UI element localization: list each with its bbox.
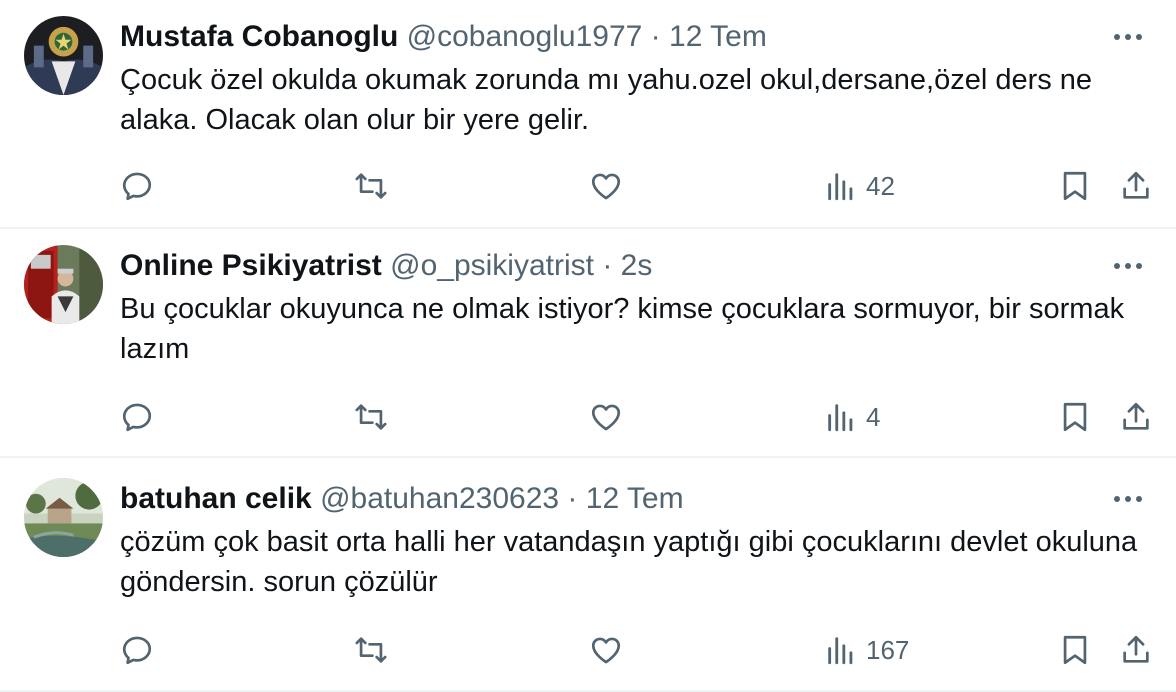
avatar-image — [24, 478, 103, 557]
tweet-header: Mustafa Cobanoglu @cobanoglu1977 · 12 Te… — [120, 18, 1106, 56]
retweet-icon — [355, 173, 387, 199]
timestamp[interactable]: 12 Tem — [669, 20, 767, 53]
avatar-image — [24, 16, 103, 95]
timestamp[interactable]: 2s — [621, 249, 653, 282]
tweet-1[interactable]: Mustafa Cobanoglu @cobanoglu1977 · 12 Te… — [0, 0, 1176, 229]
separator-dot: · — [567, 482, 578, 515]
reply-icon — [122, 403, 152, 432]
avatar[interactable] — [24, 478, 103, 557]
reply-button[interactable] — [120, 628, 154, 672]
separator-dot: · — [602, 249, 613, 282]
like-button[interactable] — [589, 164, 623, 208]
share-icon — [1123, 171, 1149, 199]
bookmark-button[interactable] — [1058, 395, 1092, 439]
tweet-3[interactable]: batuhan celik @batuhan230623 · 12 Tem çö… — [0, 458, 1176, 692]
share-icon — [1123, 635, 1149, 663]
tweet-header: Online Psikiyatrist @o_psikiyatrist · 2s — [120, 247, 1106, 285]
tweet-actions: 42 — [0, 164, 1176, 208]
tweet-2[interactable]: Online Psikiyatrist @o_psikiyatrist · 2s… — [0, 229, 1176, 458]
like-icon — [591, 637, 621, 664]
reply-button[interactable] — [120, 164, 154, 208]
view-count: 167 — [866, 634, 910, 665]
reply-button[interactable] — [120, 395, 154, 439]
more-icon — [1114, 496, 1142, 502]
user-handle[interactable]: @o_psikiyatrist — [390, 249, 594, 282]
tweet-actions: 4 — [0, 395, 1176, 439]
retweet-button[interactable] — [354, 395, 388, 439]
view-count: 42 — [866, 170, 895, 201]
tweet-text: çözüm çok basit orta halli her vatandaşı… — [120, 526, 1138, 598]
bookmark-icon — [1063, 171, 1087, 201]
tweet-text: Bu çocuklar okuyunca ne olmak istiyor? k… — [120, 293, 1125, 365]
display-name[interactable]: batuhan celik — [120, 482, 312, 515]
avatar[interactable] — [24, 16, 103, 95]
avatar-image — [24, 245, 103, 324]
more-icon — [1114, 34, 1142, 40]
more-icon — [1114, 263, 1142, 269]
tweet-actions: 167 — [0, 628, 1176, 672]
views-icon — [828, 173, 853, 201]
timestamp[interactable]: 12 Tem — [586, 482, 684, 515]
views-icon — [828, 404, 853, 432]
views-button[interactable]: 42 — [824, 164, 895, 208]
views-button[interactable]: 167 — [824, 628, 909, 672]
like-button[interactable] — [589, 395, 623, 439]
share-button[interactable] — [1119, 395, 1153, 439]
view-count: 4 — [866, 401, 881, 432]
like-icon — [591, 404, 621, 431]
more-options-button[interactable] — [1108, 251, 1148, 281]
retweet-icon — [355, 404, 387, 430]
views-button[interactable]: 4 — [824, 395, 880, 439]
reply-icon — [122, 636, 152, 665]
retweet-button[interactable] — [354, 164, 388, 208]
views-icon — [828, 637, 853, 665]
retweet-icon — [355, 637, 387, 663]
share-button[interactable] — [1119, 628, 1153, 672]
more-options-button[interactable] — [1108, 484, 1148, 514]
display-name[interactable]: Online Psikiyatrist — [120, 249, 382, 282]
user-handle[interactable]: @batuhan230623 — [320, 482, 559, 515]
tweet-text: Çocuk özel okulda okumak zorunda mı yahu… — [120, 64, 1093, 136]
retweet-button[interactable] — [354, 628, 388, 672]
bookmark-icon — [1063, 402, 1087, 432]
tweet-header: batuhan celik @batuhan230623 · 12 Tem — [120, 480, 1106, 518]
like-button[interactable] — [589, 628, 623, 672]
more-options-button[interactable] — [1108, 22, 1148, 52]
bookmark-icon — [1063, 635, 1087, 665]
like-icon — [591, 173, 621, 200]
separator-dot: · — [650, 20, 661, 53]
share-icon — [1123, 402, 1149, 430]
bookmark-button[interactable] — [1058, 164, 1092, 208]
bookmark-button[interactable] — [1058, 628, 1092, 672]
display-name[interactable]: Mustafa Cobanoglu — [120, 20, 398, 53]
user-handle[interactable]: @cobanoglu1977 — [407, 20, 643, 53]
share-button[interactable] — [1119, 164, 1153, 208]
reply-icon — [122, 172, 152, 201]
avatar[interactable] — [24, 245, 103, 324]
